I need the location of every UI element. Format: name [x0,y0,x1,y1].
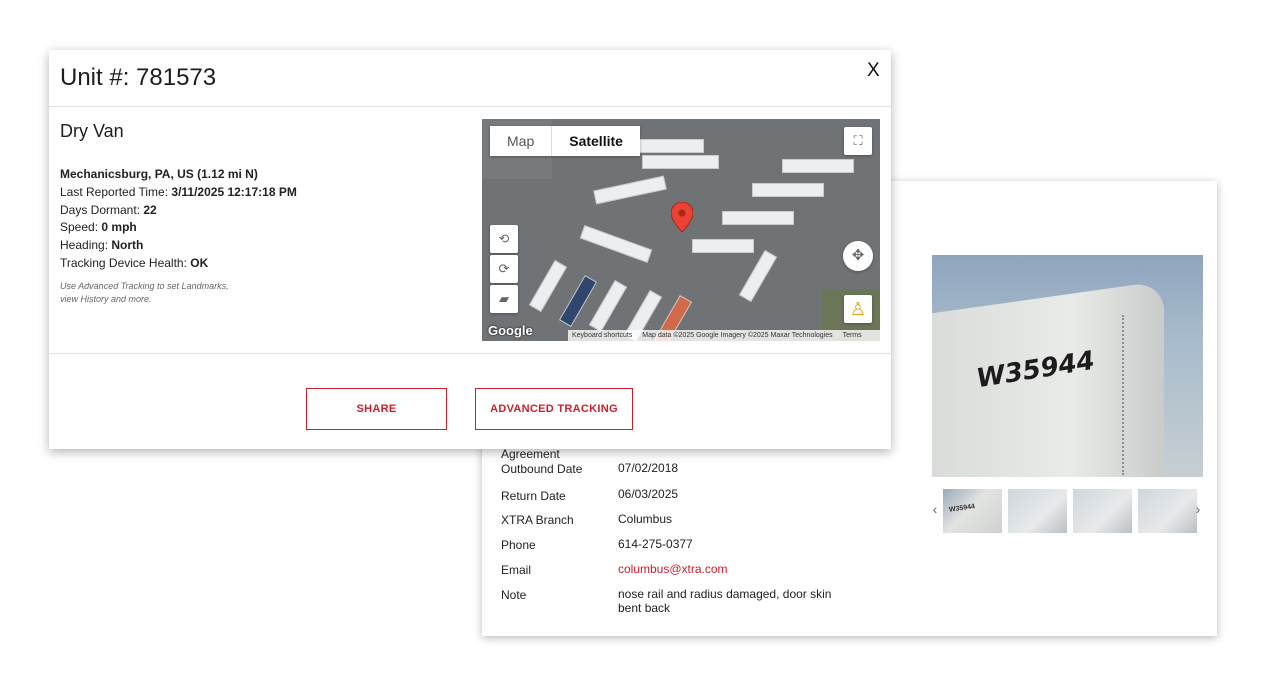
hint-line-1: Use Advanced Tracking to set Landmarks, [60,281,229,291]
row-value-note: nose rail and radius damaged, door skin … [618,587,832,615]
field-label: Days Dormant: [60,202,141,217]
pegman-icon[interactable]: ♙ [844,295,872,323]
map-type-toggle: Map Satellite [490,126,640,156]
row-value-outbound-date: 07/02/2018 [618,461,679,475]
row-label-agreement: Agreement [501,447,560,461]
camera-control-icon[interactable]: ✥ [843,241,873,271]
trailer-shape [692,239,754,253]
satellite-tab[interactable]: Satellite [552,126,640,156]
thumbnail-1[interactable]: W35944 [943,489,1002,533]
row-label-return-date: Return Date [501,489,566,503]
heading: North [111,238,144,253]
trailer-shape [782,159,854,173]
thumbnail-3[interactable] [1073,489,1132,533]
unit-modal: Unit #: 781573 X Dry Van Mechanicsburg, … [49,50,891,449]
row-value-phone[interactable]: 614-275-0377 [618,537,838,551]
trailer-rivets [1122,315,1126,475]
keyboard-shortcuts-link[interactable]: Keyboard shortcuts [568,332,636,339]
row-label-email: Email [501,563,532,577]
row-label-branch: XTRA Branch [501,513,574,527]
satellite-map[interactable]: Map Satellite ⛶ ⟲ ⟳ ▰ ✥ ♙ Google Keyboar… [482,119,880,341]
share-button[interactable]: SHARE [306,388,447,430]
rotate-left-icon[interactable]: ⟲ [490,225,518,253]
tracking-device-health: OK [190,255,209,270]
map-attribution: Map data ©2025 Google Imagery ©2025 Maxa… [642,332,833,339]
field-label: Heading: [60,238,109,253]
tilt-icon[interactable]: ▰ [490,285,518,313]
speed: 0 mph [101,220,137,235]
field-label: Speed: [60,220,99,235]
fullscreen-icon[interactable]: ⛶ [844,127,872,155]
photo-thumbnails: ‹ W35944 › [932,489,1203,533]
rotate-right-icon[interactable]: ⟳ [490,255,518,283]
thumbnail-2[interactable] [1008,489,1067,533]
modal-title: Unit #: 781573 [60,64,217,91]
advanced-tracking-hint: Use Advanced Tracking to set Landmarks, … [60,280,260,306]
field-label: Tracking Device Health: [60,255,187,270]
trailer-shape [642,155,719,169]
google-logo: Google [488,323,533,338]
unit-info: Mechanicsburg, PA, US (1.12 mi N) Last R… [60,166,297,273]
row-label-note: Note [501,588,527,602]
hint-line-2: view History and more. [60,294,152,304]
field-label: Last Reported Time: [60,184,169,199]
row-value-return-date: 06/03/2025 [618,487,679,501]
chevron-left-icon[interactable]: ‹ [930,501,940,517]
thumbnail-4[interactable] [1138,489,1197,533]
unit-location: Mechanicsburg, PA, US (1.12 mi N) [60,167,258,181]
header-divider [49,106,891,107]
chevron-right-icon[interactable]: › [1193,501,1203,517]
damage-photo[interactable]: W35944 [932,255,1203,477]
row-value-branch: Columbus [618,512,673,526]
close-button[interactable]: X [867,60,880,82]
map-footer: Keyboard shortcuts Map data ©2025 Google… [568,330,880,341]
footer-divider [49,353,891,354]
map-tab[interactable]: Map [490,126,553,156]
last-reported-time: 3/11/2025 12:17:18 PM [171,184,297,199]
row-label-phone: Phone [501,538,536,552]
trailer-shape [752,183,824,197]
advanced-tracking-button[interactable]: ADVANCED TRACKING [475,388,633,430]
days-dormant: 22 [143,202,157,217]
trailer-shape [722,211,794,225]
row-label-outbound-date: Outbound Date [501,462,583,476]
email-link[interactable]: columbus@xtra.com [618,562,838,576]
trailer-shape [632,139,704,153]
thumbnail-text: W35944 [948,503,976,514]
terms-link[interactable]: Terms [839,332,866,339]
location-pin-icon[interactable] [671,202,693,232]
unit-type: Dry Van [60,121,124,141]
